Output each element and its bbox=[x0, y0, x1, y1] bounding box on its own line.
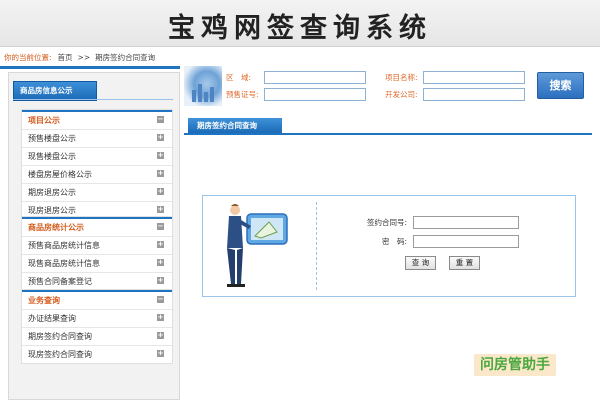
expand-icon[interactable]: + bbox=[157, 206, 164, 213]
breadcrumb-label: 你的当前位置: bbox=[4, 53, 52, 62]
search-button[interactable]: 搜索 bbox=[537, 72, 584, 99]
expand-icon[interactable]: + bbox=[157, 332, 164, 339]
reset-button[interactable]: 重 置 bbox=[449, 256, 480, 270]
contract-number-input[interactable] bbox=[413, 216, 519, 229]
sidebar-item-current-projects[interactable]: 现售楼盘公示 + bbox=[22, 147, 172, 165]
form-divider bbox=[316, 202, 317, 290]
password-label: 密 码: bbox=[381, 237, 407, 246]
sidebar-item-presale-projects[interactable]: 预售楼盘公示 + bbox=[22, 129, 172, 147]
query-button[interactable]: 查 询 bbox=[405, 256, 436, 270]
expand-icon[interactable]: + bbox=[157, 350, 164, 357]
password-input[interactable] bbox=[413, 235, 519, 248]
breadcrumb: 你的当前位置: 首页 >> 期房签约合同查询 bbox=[4, 52, 155, 64]
tab-presale-contract-query[interactable]: 期房签约合同查询 bbox=[188, 118, 282, 133]
breadcrumb-current: 期房签约合同查询 bbox=[95, 53, 156, 62]
expand-icon[interactable]: + bbox=[157, 241, 164, 248]
watermark-logo: 问房管助手 bbox=[474, 354, 556, 376]
sidebar-item-house-prices[interactable]: 楼盘房屋价格公示 + bbox=[22, 165, 172, 183]
query-form: 签约合同号: 密 码: 查 询 重 置 bbox=[202, 195, 576, 297]
contract-number-label: 签约合同号: bbox=[366, 218, 407, 227]
collapse-icon[interactable]: − bbox=[157, 116, 164, 123]
sidebar-item-current-contract[interactable]: 现房签约合同查询 + bbox=[22, 345, 172, 363]
page-header: 宝鸡网签查询系统 bbox=[0, 0, 600, 47]
sidebar-item-presale-stats[interactable]: 预售商品房统计信息 + bbox=[22, 236, 172, 254]
sidebar-item-certificate-result[interactable]: 办证结果查询 + bbox=[22, 309, 172, 327]
breadcrumb-separator: >> bbox=[77, 53, 91, 62]
sidebar-section-title[interactable]: 商品房统计公示 − bbox=[22, 217, 172, 236]
sidebar-section-project: 项目公示 − 预售楼盘公示 + 现售楼盘公示 + 楼盘房屋价格公示 + 期房退房公示 + … bbox=[21, 109, 173, 220]
district-label: 区 域: bbox=[226, 73, 252, 82]
sidebar: 商品房信息公示 项目公示 − 预售楼盘公示 + 现售楼盘公示 + 楼盘房屋价格公示 + … bbox=[8, 72, 180, 400]
project-name-label: 项目名称: bbox=[385, 73, 418, 82]
collapse-icon[interactable]: − bbox=[157, 296, 164, 303]
expand-icon[interactable]: + bbox=[157, 314, 164, 321]
developer-label: 开发公司: bbox=[385, 90, 418, 99]
sidebar-item-presale-returns[interactable]: 期房退房公示 + bbox=[22, 183, 172, 201]
expand-icon[interactable]: + bbox=[157, 277, 164, 284]
breadcrumb-underline bbox=[0, 66, 180, 69]
project-name-input[interactable] bbox=[423, 71, 525, 84]
sidebar-item-contract-registration[interactable]: 预售合同备案登记 + bbox=[22, 272, 172, 290]
expand-icon[interactable]: + bbox=[157, 152, 164, 159]
expand-icon[interactable]: + bbox=[157, 134, 164, 141]
expand-icon[interactable]: + bbox=[157, 259, 164, 266]
sidebar-section-title[interactable]: 项目公示 − bbox=[22, 110, 172, 129]
sidebar-section-statistics: 商品房统计公示 − 预售商品房统计信息 + 现售商品房统计信息 + 预售合同备案登记 + bbox=[21, 216, 173, 291]
sidebar-header-divider bbox=[13, 99, 173, 100]
sidebar-section-title[interactable]: 业务查询 − bbox=[22, 290, 172, 309]
sidebar-item-presale-contract[interactable]: 期房签约合同查询 + bbox=[22, 327, 172, 345]
sidebar-section-business: 业务查询 − 办证结果查询 + 期房签约合同查询 + 现房签约合同查询 + bbox=[21, 289, 173, 364]
presale-number-label: 预售证号: bbox=[226, 90, 259, 99]
tab-underline bbox=[184, 133, 592, 135]
breadcrumb-home-link[interactable]: 首页 bbox=[58, 53, 73, 62]
presale-number-input[interactable] bbox=[264, 88, 366, 101]
sidebar-item-current-stats[interactable]: 现售商品房统计信息 + bbox=[22, 254, 172, 272]
expand-icon[interactable]: + bbox=[157, 188, 164, 195]
sidebar-header: 商品房信息公示 bbox=[13, 81, 97, 101]
collapse-icon[interactable]: − bbox=[157, 223, 164, 230]
search-bar: 区 域: 预售证号: 项目名称: 开发公司: 搜索 bbox=[184, 66, 594, 106]
city-globe-icon bbox=[184, 66, 222, 106]
expand-icon[interactable]: + bbox=[157, 170, 164, 177]
businessman-illustration-icon bbox=[227, 204, 288, 287]
district-input[interactable] bbox=[264, 71, 366, 84]
developer-input[interactable] bbox=[423, 88, 525, 101]
page-title: 宝鸡网签查询系统 bbox=[168, 13, 432, 44]
